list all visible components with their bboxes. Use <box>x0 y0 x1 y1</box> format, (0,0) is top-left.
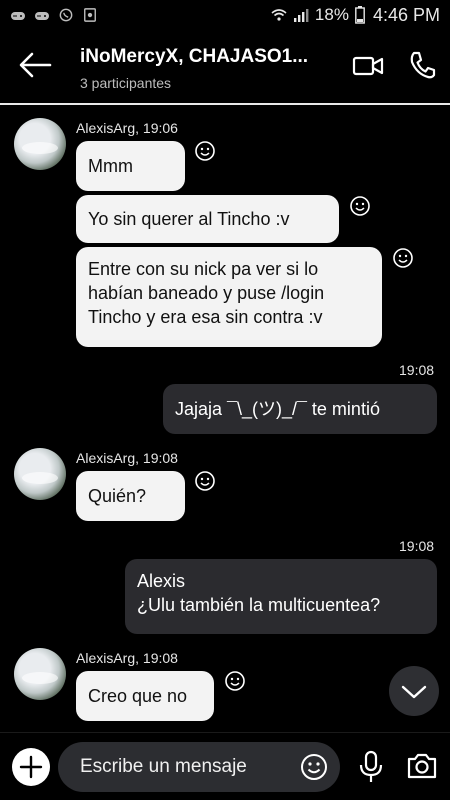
phone-call-icon[interactable] <box>408 50 436 80</box>
message-line: Alexis <box>137 571 186 591</box>
back-arrow-icon[interactable] <box>16 50 52 80</box>
status-bar: 18% 4:46 PM <box>0 0 450 30</box>
message-bubble[interactable]: Mmm <box>76 141 185 191</box>
message-bubble[interactable]: Alexis ¿Ulu también la multicuentea? <box>125 559 437 634</box>
plus-icon <box>19 755 43 779</box>
message-input[interactable] <box>80 742 290 792</box>
chevron-down-icon <box>401 685 427 699</box>
wifi-icon <box>271 9 287 21</box>
image-icon <box>84 8 96 22</box>
message-time: 19:08 <box>399 538 435 554</box>
sender-name: AlexisArg, 19:06 <box>76 120 178 136</box>
avatar[interactable] <box>14 118 66 170</box>
add-reaction-icon[interactable] <box>392 247 414 269</box>
game-controller-icon <box>35 12 49 20</box>
video-call-icon[interactable] <box>352 52 384 80</box>
whatsapp-icon <box>59 8 73 22</box>
signal-icon <box>293 9 309 22</box>
emoji-icon[interactable] <box>300 753 328 781</box>
add-attachment-button[interactable] <box>12 748 50 786</box>
message-bubble[interactable]: Jajaja ¯\_(ツ)_/¯ te mintió <box>163 384 437 434</box>
message-field <box>58 742 340 792</box>
composer-bar <box>0 732 450 800</box>
camera-icon[interactable] <box>406 751 438 781</box>
battery-icon <box>355 6 365 24</box>
avatar[interactable] <box>14 448 66 500</box>
sender-name: AlexisArg, 19:08 <box>76 450 178 466</box>
add-reaction-icon[interactable] <box>194 470 216 492</box>
battery-percentage: 18% <box>314 5 349 24</box>
message-bubble[interactable]: Entre con su nick pa ver si lo habían ba… <box>76 247 382 347</box>
system-indicators: 18% 4:46 PM <box>271 5 440 26</box>
message-bubble[interactable]: Creo que no <box>76 671 214 721</box>
sender-name: AlexisArg, 19:08 <box>76 650 178 666</box>
add-reaction-icon[interactable] <box>194 140 216 162</box>
message-bubble[interactable]: Quién? <box>76 471 185 521</box>
participants-count[interactable]: 3 participantes <box>80 75 171 91</box>
status-time: 4:46 PM <box>372 4 440 25</box>
add-reaction-icon[interactable] <box>349 195 371 217</box>
message-line: ¿Ulu también la multicuentea? <box>137 595 381 615</box>
notification-icons <box>10 8 98 22</box>
add-reaction-icon[interactable] <box>224 670 246 692</box>
message-bubble[interactable]: Yo sin querer al Tincho :v <box>76 195 339 243</box>
chat-header: iNoMercyX, CHAJASO1... 3 participantes <box>0 30 450 105</box>
scroll-to-bottom-button[interactable] <box>389 666 439 716</box>
message-time: 19:08 <box>399 362 435 378</box>
microphone-icon[interactable] <box>358 750 384 784</box>
avatar[interactable] <box>14 648 66 700</box>
game-controller-icon <box>11 12 25 20</box>
chat-title[interactable]: iNoMercyX, CHAJASO1... <box>80 46 342 68</box>
